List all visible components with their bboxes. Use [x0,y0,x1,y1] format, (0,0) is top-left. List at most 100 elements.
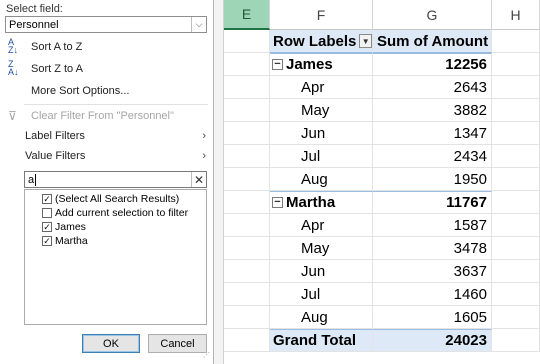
item-value[interactable]: 1347 [373,122,492,145]
cell[interactable] [224,191,270,214]
item-label[interactable]: Jun [270,122,373,145]
ok-button[interactable]: OK [82,334,140,353]
label-filters-item[interactable]: Label Filters › [0,126,214,146]
list-item-james[interactable]: ✓ James [42,220,86,234]
cell[interactable] [492,283,540,306]
cell[interactable] [492,122,540,145]
cell[interactable] [492,30,540,53]
cell[interactable] [224,283,270,306]
group-name: Martha [286,194,336,211]
checkbox-checked-icon[interactable]: ✓ [42,194,52,204]
collapse-icon[interactable]: − [272,197,283,208]
item-value[interactable]: 2434 [373,145,492,168]
item-label[interactable]: Jul [270,283,373,306]
item-label[interactable]: Jun [270,260,373,283]
more-sort-options-item[interactable]: More Sort Options... [0,81,214,101]
item-value[interactable]: 1460 [373,283,492,306]
cell[interactable] [224,122,270,145]
cell[interactable] [224,260,270,283]
collapse-icon[interactable]: − [272,59,283,70]
grand-total-value[interactable]: 24023 [373,329,492,352]
item-label[interactable]: Apr [270,214,373,237]
filter-values-list[interactable]: ✓ (Select All Search Results) Add curren… [24,189,207,325]
item-value[interactable]: 1587 [373,214,492,237]
cell[interactable] [492,53,540,76]
item-label[interactable]: Aug [270,168,373,191]
item-value[interactable]: 3882 [373,99,492,122]
item-value[interactable]: 1950 [373,168,492,191]
clear-filter-icon: ⊽ [8,109,17,123]
column-header-h[interactable]: H [492,0,540,30]
value-filters-item[interactable]: Value Filters › [0,146,214,166]
cell[interactable] [492,191,540,214]
spreadsheet-grid[interactable]: E F G H Row Labels ▼ Sum of Amount − Jam… [224,0,540,364]
column-header-f[interactable]: F [270,0,373,30]
row-labels-header[interactable]: Row Labels ▼ [270,30,373,53]
cell[interactable] [492,76,540,99]
list-item-add-selection[interactable]: Add current selection to filter [42,206,188,220]
cell[interactable] [492,99,540,122]
item-label[interactable]: Aug [270,306,373,329]
search-input[interactable]: a ✕ [24,171,207,188]
more-sort-options-label: More Sort Options... [31,85,130,97]
cell[interactable] [492,329,540,352]
list-item-label: (Select All Search Results) [55,193,180,205]
value-filters-label: Value Filters [25,150,86,162]
cell[interactable] [492,260,540,283]
item-label[interactable]: Jul [270,145,373,168]
cell[interactable] [492,237,540,260]
group-total[interactable]: 12256 [373,53,492,76]
item-value[interactable]: 2643 [373,76,492,99]
item-label[interactable]: Apr [270,76,373,99]
cell[interactable] [224,76,270,99]
checkbox-checked-icon[interactable]: ✓ [42,222,52,232]
item-label[interactable]: May [270,99,373,122]
clear-search-icon[interactable]: ✕ [191,172,206,187]
cancel-button[interactable]: Cancel [148,334,207,353]
resize-grip-icon[interactable]: ⋰ [203,352,211,362]
cell[interactable] [224,237,270,260]
group-label-cell[interactable]: − Martha [270,191,373,214]
column-header-e[interactable]: E [224,0,270,30]
item-label[interactable]: May [270,237,373,260]
cell[interactable] [492,214,540,237]
item-value[interactable]: 3637 [373,260,492,283]
cell[interactable] [224,53,270,76]
list-item-label: Add current selection to filter [55,207,189,219]
chevron-down-icon[interactable]: ⌵ [191,17,206,32]
pivot-item-row: Apr 2643 [224,76,540,99]
cell[interactable] [224,30,270,53]
group-name: James [286,56,333,73]
group-label-cell[interactable]: − James [270,53,373,76]
pivot-item-row: Jun 1347 [224,122,540,145]
cell[interactable] [224,168,270,191]
checkbox-unchecked-icon[interactable] [42,208,52,218]
value-header[interactable]: Sum of Amount [373,30,492,53]
filter-dropdown-icon[interactable]: ▼ [359,34,372,48]
list-item-label: James [55,221,86,233]
item-value[interactable]: 3478 [373,237,492,260]
column-header-g[interactable]: G [373,0,492,30]
pivot-item-row: Aug 1950 [224,168,540,191]
sort-a-to-z-item[interactable]: A Z↓ Sort A to Z [0,37,214,57]
cell[interactable] [492,306,540,329]
cell[interactable] [224,145,270,168]
item-value[interactable]: 1605 [373,306,492,329]
checkbox-checked-icon[interactable]: ✓ [42,236,52,246]
cell[interactable] [224,306,270,329]
select-field-dropdown[interactable]: Personnel ⌵ [5,16,207,33]
cell[interactable] [492,145,540,168]
pivot-item-row: May 3882 [224,99,540,122]
cell[interactable] [224,214,270,237]
pivot-item-row: Apr 1587 [224,214,540,237]
pivot-group-row: − James 12256 [224,53,540,76]
pivot-item-row: Jul 1460 [224,283,540,306]
list-item-martha[interactable]: ✓ Martha [42,234,88,248]
cell[interactable] [492,168,540,191]
list-item-select-all[interactable]: ✓ (Select All Search Results) [42,192,179,206]
cell[interactable] [224,329,270,352]
sort-z-to-a-item[interactable]: Z A↓ Sort Z to A [0,59,214,79]
cell[interactable] [224,99,270,122]
grand-total-label[interactable]: Grand Total [270,329,373,352]
group-total[interactable]: 11767 [373,191,492,214]
